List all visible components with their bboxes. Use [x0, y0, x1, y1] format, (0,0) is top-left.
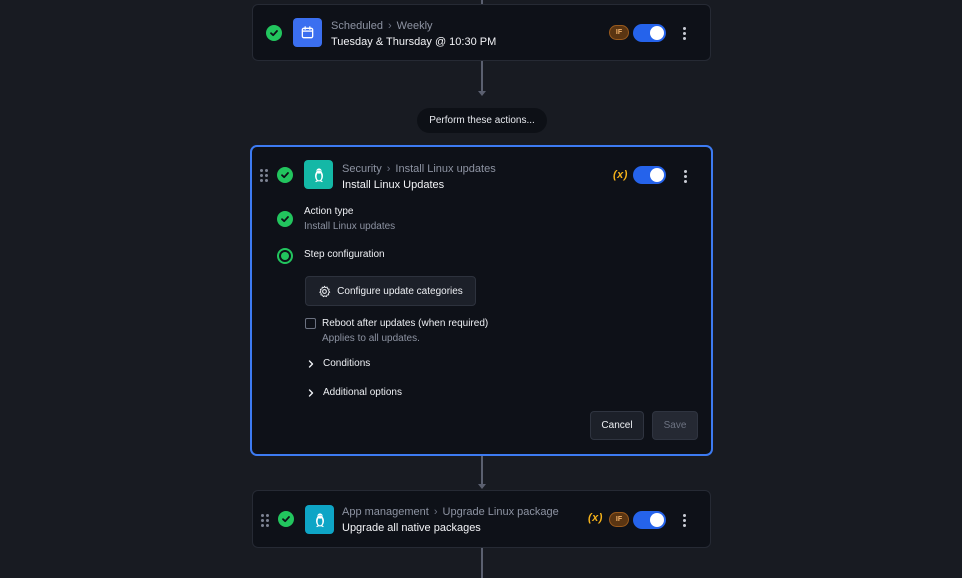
breadcrumb-item: App management: [342, 506, 429, 518]
step-config-section: Step configuration: [304, 249, 385, 260]
breadcrumb-item: Weekly: [396, 20, 433, 32]
toggle-knob: [650, 26, 664, 40]
if-badge[interactable]: IF: [609, 512, 629, 527]
action-type-section[interactable]: Action type Install Linux updates: [304, 206, 395, 232]
reboot-checkbox[interactable]: [305, 318, 316, 329]
action-type-value: Install Linux updates: [304, 221, 396, 232]
workflow-canvas: Scheduled › Weekly Tuesday & Thursday @ …: [0, 0, 962, 578]
more-vertical-icon[interactable]: [679, 514, 689, 527]
trigger-enable-toggle[interactable]: [633, 24, 666, 42]
configure-update-categories-button[interactable]: Configure update categories: [305, 276, 476, 306]
breadcrumb-item: Upgrade Linux package: [442, 506, 559, 518]
app-action-info: App management › Upgrade Linux package U…: [342, 506, 559, 534]
additional-options-expander[interactable]: Additional options: [307, 387, 402, 398]
action-info: Security › Install Linux updates Install…: [342, 163, 496, 191]
status-check-icon: [277, 211, 293, 227]
variable-badge[interactable]: (x): [613, 169, 628, 181]
more-vertical-icon[interactable]: [680, 170, 690, 183]
breadcrumb: Scheduled › Weekly: [331, 20, 496, 32]
app-action-enable-toggle[interactable]: [633, 511, 666, 529]
chevron-right-icon: [308, 388, 314, 397]
trigger-card[interactable]: Scheduled › Weekly Tuesday & Thursday @ …: [252, 4, 711, 61]
save-button[interactable]: Save: [652, 411, 698, 440]
chevron-right-icon: ›: [433, 506, 438, 518]
variable-badge[interactable]: (x): [588, 512, 603, 524]
reboot-label[interactable]: Reboot after updates (when required): [322, 318, 488, 329]
arrow-head: [478, 91, 486, 96]
status-check-icon: [277, 167, 293, 183]
toggle-knob: [650, 513, 664, 527]
breadcrumb: Security › Install Linux updates: [342, 163, 496, 175]
step-config-label: Step configuration: [304, 249, 385, 260]
connector-bottom: [481, 548, 483, 578]
step-active-indicator: [277, 248, 293, 264]
reboot-option: Reboot after updates (when required) App…: [322, 318, 488, 344]
drag-handle-icon[interactable]: [261, 514, 269, 527]
toggle-knob: [650, 168, 664, 182]
action-enable-toggle[interactable]: [633, 166, 666, 184]
more-vertical-icon[interactable]: [679, 27, 689, 40]
status-check-icon: [278, 511, 294, 527]
breadcrumb-item: Install Linux updates: [395, 163, 496, 175]
perform-actions-pill: Perform these actions...: [417, 108, 547, 133]
arrow-head: [478, 484, 486, 489]
breadcrumb-item: Security: [342, 163, 382, 175]
connector-action-to-app: [481, 456, 483, 484]
trigger-info: Scheduled › Weekly Tuesday & Thursday @ …: [331, 20, 496, 48]
linux-penguin-icon: [304, 160, 333, 189]
linux-penguin-icon: [305, 505, 334, 534]
conditions-label: Conditions: [323, 358, 371, 369]
action-card-install-linux-updates[interactable]: Security › Install Linux updates Install…: [250, 145, 713, 456]
status-check-icon: [266, 25, 282, 41]
cancel-button[interactable]: Cancel: [590, 411, 644, 440]
connector-trigger-to-pill: [481, 61, 483, 91]
action-title: Install Linux Updates: [342, 179, 445, 191]
breadcrumb-item: Scheduled: [331, 20, 383, 32]
gear-icon: [319, 285, 331, 297]
app-action-title: Upgrade all native packages: [342, 522, 481, 534]
chevron-right-icon: ›: [386, 163, 391, 175]
conditions-expander[interactable]: Conditions: [307, 358, 370, 369]
reboot-hint: Applies to all updates.: [322, 333, 420, 344]
calendar-icon: [293, 18, 322, 47]
if-badge[interactable]: IF: [609, 25, 629, 40]
action-type-label: Action type: [304, 206, 354, 217]
additional-options-label: Additional options: [323, 387, 402, 398]
chevron-right-icon: ›: [388, 20, 392, 32]
breadcrumb: App management › Upgrade Linux package: [342, 506, 559, 518]
configure-button-label: Configure update categories: [337, 285, 463, 297]
chevron-right-icon: [308, 359, 314, 368]
trigger-title: Tuesday & Thursday @ 10:30 PM: [331, 36, 497, 48]
drag-handle-icon[interactable]: [260, 169, 268, 182]
action-card-upgrade-native-packages[interactable]: App management › Upgrade Linux package U…: [252, 490, 711, 548]
